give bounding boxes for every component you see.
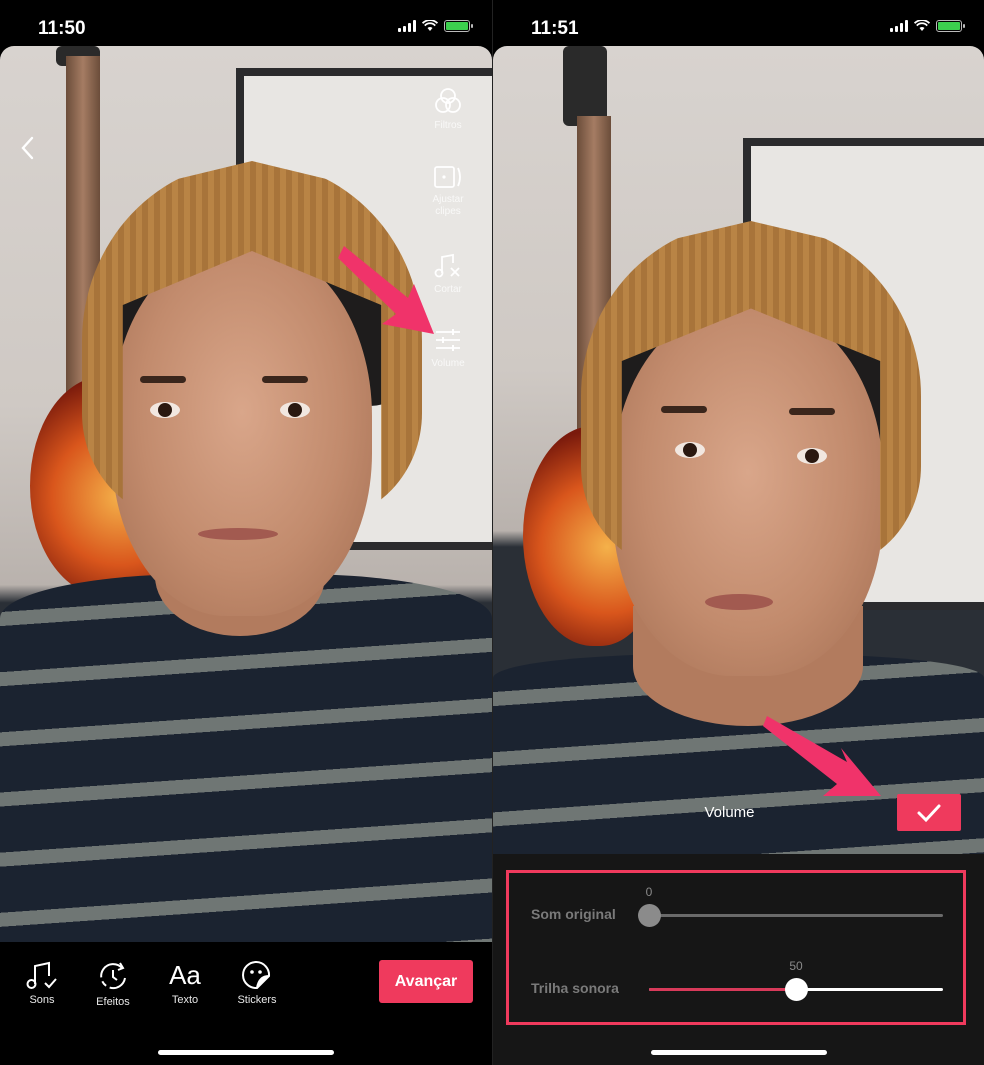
text-aa-icon: Aa	[169, 960, 201, 990]
tool-label: Stickers	[237, 994, 277, 1006]
tool-label: Sons	[29, 994, 55, 1006]
face	[613, 306, 883, 676]
bottom-toolbar: Sons Efeitos Aa Texto Stickers Avançar	[0, 942, 492, 1065]
eye	[280, 402, 310, 418]
slider-track[interactable]	[649, 914, 943, 917]
home-indicator[interactable]	[651, 1050, 827, 1055]
highlight-box: Som original 0 Trilha sonora 50	[506, 870, 966, 1025]
eyebrow	[661, 406, 707, 413]
adjust-clips-icon	[434, 166, 461, 188]
checkmark-icon	[917, 804, 941, 822]
slider-label: Trilha sonora	[531, 980, 619, 996]
slider-soundtrack: Trilha sonora 50	[509, 959, 963, 1009]
tool-text[interactable]: Aa Texto	[155, 960, 215, 1006]
mouth	[198, 528, 278, 540]
sticker-icon	[242, 961, 271, 990]
eyebrow	[789, 408, 835, 415]
battery-charging-icon	[936, 20, 965, 32]
tool-label: Texto	[171, 994, 199, 1006]
next-button[interactable]: Avançar	[379, 960, 473, 1003]
effects-timer-icon	[100, 962, 126, 990]
slider-thumb[interactable]	[638, 904, 661, 927]
filters-icon	[435, 88, 461, 113]
tool-stickers[interactable]: Stickers	[227, 960, 287, 1006]
wifi-icon	[914, 20, 930, 32]
tool-filters[interactable]: Filtros	[418, 86, 478, 132]
music-check-icon	[26, 961, 57, 989]
wifi-icon	[422, 20, 438, 32]
tool-sounds[interactable]: Sons	[12, 960, 72, 1006]
eye	[797, 448, 827, 464]
back-button[interactable]	[16, 134, 40, 162]
tool-adjust-clips[interactable]: Ajustar clipes	[418, 164, 478, 218]
tool-label: Volume	[431, 358, 465, 369]
slider-fill	[649, 988, 796, 991]
cellular-signal-icon	[398, 20, 416, 32]
annotation-arrow	[338, 246, 434, 334]
video-preview[interactable]	[493, 46, 984, 854]
chevron-left-icon	[21, 136, 34, 160]
slider-value: 0	[645, 885, 653, 899]
tool-label: Ajustar clipes	[432, 194, 464, 217]
eyebrow	[140, 376, 186, 383]
status-time: 11:51	[531, 18, 579, 39]
tool-label: Efeitos	[96, 996, 130, 1008]
home-indicator[interactable]	[158, 1050, 334, 1055]
eye	[675, 442, 705, 458]
volume-panel: Som original 0 Trilha sonora 50	[493, 854, 984, 1065]
guitar-headstock	[563, 46, 607, 126]
screen-editor: 11:50 Filtros Ajustar clipes Cortar Volu…	[0, 0, 492, 1065]
cellular-signal-icon	[890, 20, 908, 32]
status-bar: 11:51	[493, 0, 984, 46]
battery-charging-icon	[444, 20, 473, 32]
tool-label: Cortar	[434, 284, 462, 295]
eyebrow	[262, 376, 308, 383]
annotation-arrow	[763, 716, 881, 796]
mouth	[705, 594, 773, 610]
status-time: 11:50	[38, 18, 86, 39]
slider-original-sound: Som original 0	[509, 885, 963, 935]
tool-label: Filtros	[434, 120, 462, 131]
slider-label: Som original	[531, 906, 616, 922]
eye	[150, 402, 180, 418]
slider-value: 50	[789, 959, 803, 973]
status-bar: 11:50	[0, 0, 492, 46]
screen-volume: 11:51 Volume Som original 0 Trilha sonor…	[492, 0, 984, 1065]
tool-effects[interactable]: Efeitos	[83, 960, 143, 1008]
face	[112, 246, 372, 616]
confirm-button[interactable]	[897, 794, 961, 831]
slider-thumb[interactable]	[785, 978, 808, 1001]
